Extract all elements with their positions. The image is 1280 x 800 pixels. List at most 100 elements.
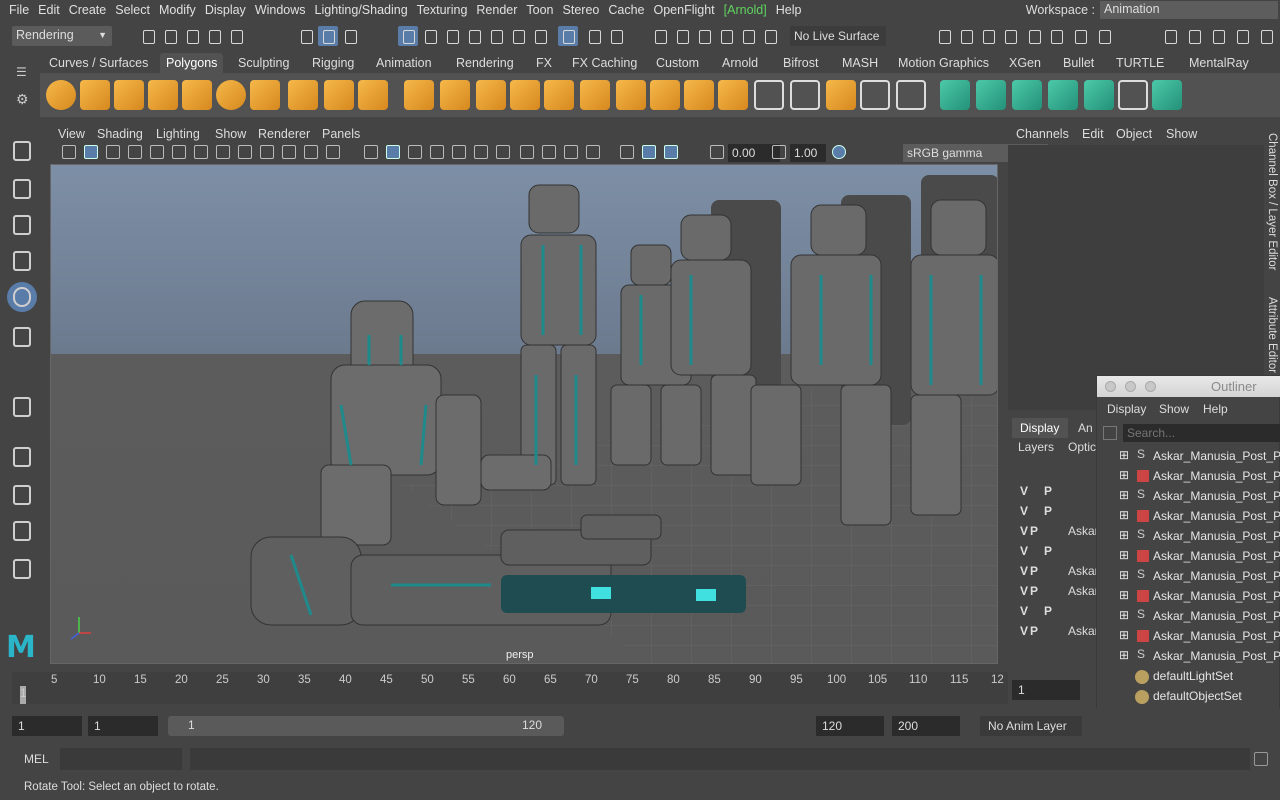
layer-playback-toggle[interactable]: P [1044,544,1052,558]
camera-uv-icon[interactable] [896,80,926,110]
expand-icon[interactable]: ⊞ [1119,588,1129,602]
channel-box-menu-edit[interactable]: Edit [1082,127,1104,141]
layer-menu-options[interactable]: Optic [1068,440,1096,454]
channel-box-menu-object[interactable]: Object [1116,127,1152,141]
menu-create[interactable]: Create [60,3,107,17]
layer-playback-toggle[interactable]: P [1030,564,1038,578]
modeling-toolkit-icon[interactable] [1160,26,1180,46]
expand-icon[interactable]: ⊞ [1119,548,1129,562]
layer-visibility-toggle[interactable]: V [1020,584,1028,598]
bevel-icon[interactable] [616,80,646,110]
xray-components-icon[interactable] [664,145,678,159]
poly-torus-icon[interactable] [216,80,246,110]
camera-icon[interactable] [62,145,76,159]
layer-tab-display[interactable]: Display [1012,418,1068,438]
arnold-settings-icon[interactable] [1094,26,1114,46]
magnet-5-icon[interactable] [738,26,758,46]
shelf-tab-arnold[interactable]: Arnold [716,53,764,73]
undo-icon[interactable] [204,26,224,46]
poly-plane-icon[interactable] [182,80,212,110]
magnet-icon[interactable] [650,26,670,46]
magnet-2-icon[interactable] [672,26,692,46]
expand-icon[interactable]: ⊞ [1119,488,1129,502]
mel-label[interactable]: MEL [24,752,49,766]
outliner-item[interactable]: ⊞ Askar_Manusia_Post_Pe [1097,506,1280,526]
menu-file[interactable]: File [0,3,29,17]
render-view-icon[interactable] [934,26,954,46]
shelf-tab-custom[interactable]: Custom [650,53,705,73]
channel-box-icon[interactable] [1256,26,1276,46]
extrude-icon[interactable] [544,80,574,110]
layer-visibility-toggle[interactable]: V [1020,544,1028,558]
bookmark-icon[interactable] [106,145,120,159]
safe-title-icon[interactable] [326,145,340,159]
select-object-icon[interactable] [318,26,338,46]
perspective-viewport[interactable]: persp [50,164,998,664]
separate-icon[interactable] [440,80,470,110]
camera-attributes-icon[interactable] [84,145,98,159]
outliner-item[interactable]: ⊞ Askar_Manusia_Post_Pe [1097,586,1280,606]
layer-visibility-toggle[interactable]: V [1020,604,1028,618]
outliner-item[interactable]: ⊞ Askar_Manusia_Post_Pe [1097,546,1280,566]
expand-icon[interactable]: ⊞ [1119,608,1129,622]
open-scene-icon[interactable] [160,26,180,46]
image-plane-icon[interactable] [128,145,142,159]
hamburger-icon[interactable]: ☰ [16,65,27,79]
outliner-item[interactable]: defaultLightSet [1097,666,1280,686]
select-component-icon[interactable] [340,26,360,46]
outliner-item[interactable]: ⊞ S Askar_Manusia_Post_Pe [1097,486,1280,506]
uv-unfold-icon[interactable] [790,80,820,110]
snap-vertex-icon[interactable] [508,26,528,46]
tab-attribute-editor[interactable]: Attribute Editor [1266,297,1278,373]
combine-icon[interactable] [404,80,434,110]
layer-playback-toggle[interactable]: P [1044,504,1052,518]
shelf-tab-mentalray[interactable]: MentalRay [1183,53,1255,73]
new-scene-icon[interactable] [138,26,158,46]
character-controls-icon[interactable] [1184,26,1204,46]
field-chart-icon[interactable] [282,145,296,159]
uv-editor-icon[interactable] [754,80,784,110]
menu-edit[interactable]: Edit [29,3,60,17]
two-d-pan-icon[interactable] [150,145,164,159]
menu-texturing[interactable]: Texturing [408,3,468,17]
expand-icon[interactable]: ⊞ [1119,448,1129,462]
current-frame-field[interactable]: 1 [1012,680,1080,700]
save-scene-icon[interactable] [182,26,202,46]
color-management-icon[interactable] [832,145,846,159]
layer-playback-toggle[interactable]: P [1044,604,1052,618]
shelf-tab-rendering[interactable]: Rendering [450,53,520,73]
channel-box-menu-show[interactable]: Show [1166,127,1197,141]
layer-tab-anim[interactable]: An [1078,421,1093,435]
playback-end-field[interactable]: 120 [816,716,884,736]
layer-visibility-toggle[interactable]: V [1020,524,1028,538]
shelf-tab-xgen[interactable]: XGen [1003,53,1047,73]
relax-icon[interactable] [1012,80,1042,110]
viewport-menu-renderer[interactable]: Renderer [258,127,310,141]
outliner-layout-icon[interactable] [7,554,37,584]
time-slider[interactable]: 1 5 10 15 20 25 30 35 40 45 50 55 60 65 … [12,672,1008,704]
expand-icon[interactable]: ⊞ [1119,528,1129,542]
viewport-menu-panels[interactable]: Panels [322,127,360,141]
help-snap-icon[interactable] [558,26,578,46]
outliner-menu-display[interactable]: Display [1107,402,1146,416]
tool-settings-icon[interactable] [1232,26,1252,46]
menu-render[interactable]: Render [467,3,517,17]
sculpt-icon[interactable] [976,80,1006,110]
outliner-item[interactable]: ⊞ Askar_Manusia_Post_Pe [1097,466,1280,486]
menu-arnold[interactable]: [Arnold] [715,3,767,17]
menu-set-select[interactable]: Rendering ▼ [12,26,112,46]
layer-visibility-toggle[interactable]: V [1020,624,1028,638]
planar-uv-icon[interactable] [826,80,856,110]
shelf-tab-turtle[interactable]: TURTLE [1110,53,1170,73]
bool-icon[interactable] [684,80,714,110]
menu-openflight[interactable]: OpenFlight [645,3,715,17]
safe-action-icon[interactable] [304,145,318,159]
motion-blur-icon[interactable] [520,145,534,159]
shelf-tab-rigging[interactable]: Rigging [306,53,360,73]
viewport-menu-show[interactable]: Show [215,127,246,141]
ambient-occlusion-icon[interactable] [496,145,510,159]
bridge-icon[interactable] [580,80,610,110]
magnet-6-icon[interactable] [760,26,780,46]
antialiasing-icon[interactable] [542,145,556,159]
soft-select-icon[interactable] [940,80,970,110]
